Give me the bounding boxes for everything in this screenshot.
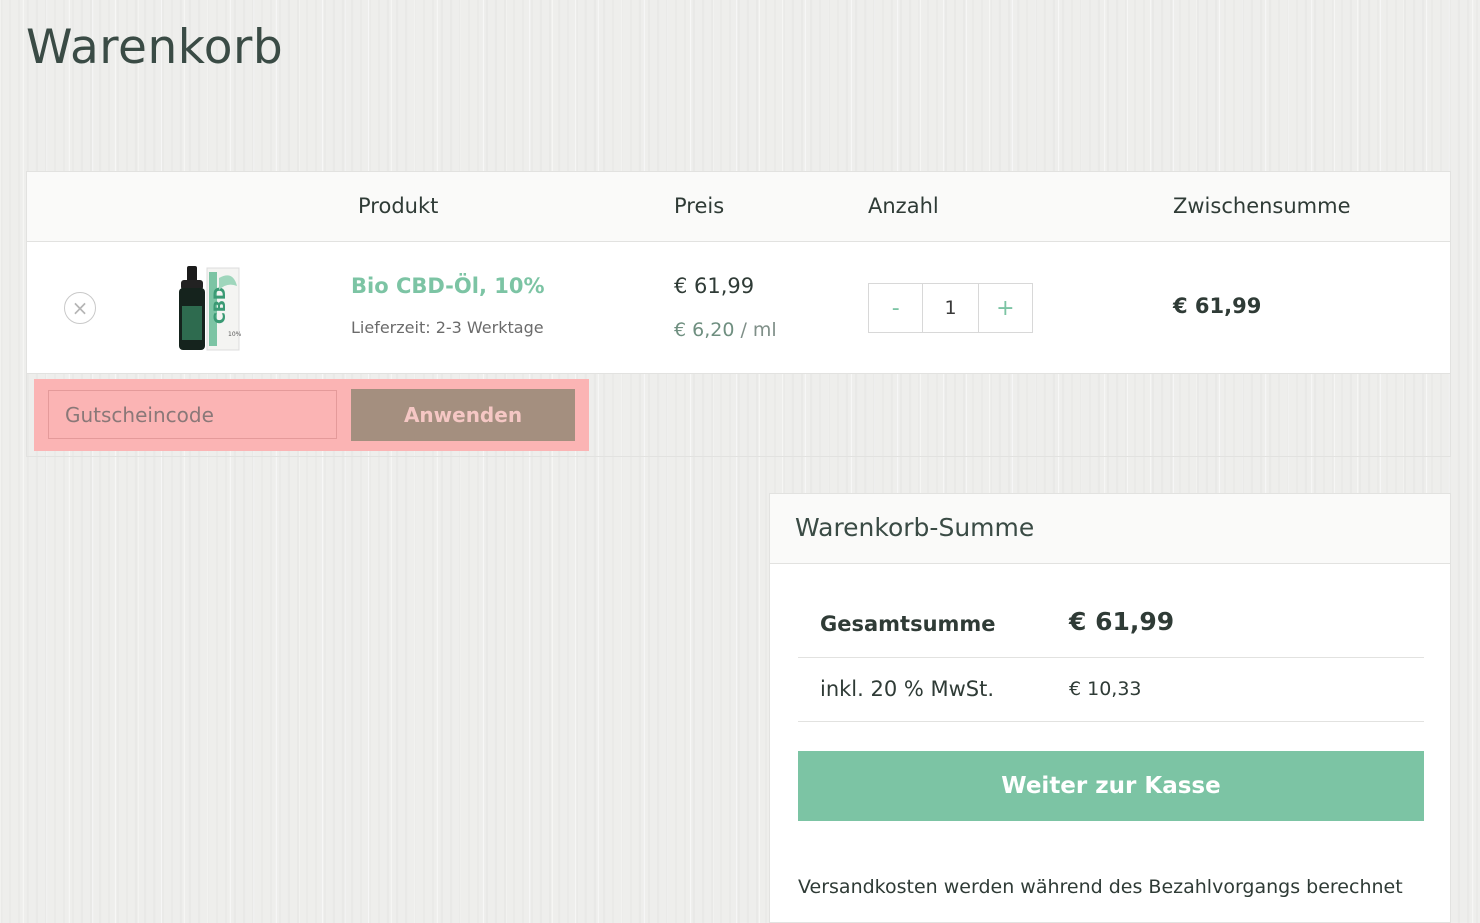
cart-item-row: × CBD 10% Bio CBD-Öl, 10% Lieferzeit: 2-… <box>27 242 1450 374</box>
unit-price-value: € 6,20 <box>674 319 735 341</box>
grand-total-value: € 61,99 <box>1069 607 1175 636</box>
item-price: € 61,99 <box>674 274 755 298</box>
quantity-stepper: - 1 + <box>868 283 1033 333</box>
header-price: Preis <box>674 194 725 218</box>
header-product: Produkt <box>358 194 439 218</box>
product-thumbnail[interactable]: CBD 10% <box>175 264 245 352</box>
grand-total-label: Gesamtsumme <box>820 612 996 636</box>
apply-coupon-button[interactable]: Anwenden <box>351 389 575 441</box>
cart-totals-header: Warenkorb-Summe <box>770 494 1450 564</box>
coupon-section: Anwenden <box>34 379 589 451</box>
tax-row: inkl. 20 % MwSt. € 10,33 <box>798 657 1424 722</box>
header-subtotal: Zwischensumme <box>1173 194 1351 218</box>
product-name-link[interactable]: Bio CBD-Öl, 10% <box>351 274 545 298</box>
thumbnail-cbd-label: CBD <box>210 287 229 324</box>
tax-value: € 10,33 <box>1069 678 1142 700</box>
cart-totals-title: Warenkorb-Summe <box>795 513 1035 542</box>
unit-price: € 6,20 / ml <box>674 319 777 341</box>
page-title: Warenkorb <box>26 20 284 75</box>
coupon-code-input[interactable] <box>48 390 337 439</box>
cart-table-header: Produkt Preis Anzahl Zwischensumme <box>27 172 1450 242</box>
quantity-input[interactable]: 1 <box>922 284 979 332</box>
item-subtotal: € 61,99 <box>1173 294 1262 318</box>
quantity-decrease-button[interactable]: - <box>869 284 922 332</box>
shipping-note: Versandkosten werden während des Bezahlv… <box>798 876 1403 898</box>
grand-total-row: Gesamtsumme € 61,99 <box>798 587 1424 658</box>
cart-totals-panel: Warenkorb-Summe Gesamtsumme € 61,99 inkl… <box>769 493 1451 923</box>
unit-price-suffix: / ml <box>734 319 777 341</box>
remove-item-button[interactable]: × <box>64 292 96 324</box>
close-icon: × <box>71 296 89 320</box>
quantity-increase-button[interactable]: + <box>979 284 1032 332</box>
tax-label: inkl. 20 % MwSt. <box>820 677 995 701</box>
thumbnail-badge: 10% <box>228 331 242 338</box>
proceed-to-checkout-button[interactable]: Weiter zur Kasse <box>798 751 1424 821</box>
delivery-time: Lieferzeit: 2-3 Werktage <box>351 318 544 337</box>
header-quantity: Anzahl <box>868 194 939 218</box>
